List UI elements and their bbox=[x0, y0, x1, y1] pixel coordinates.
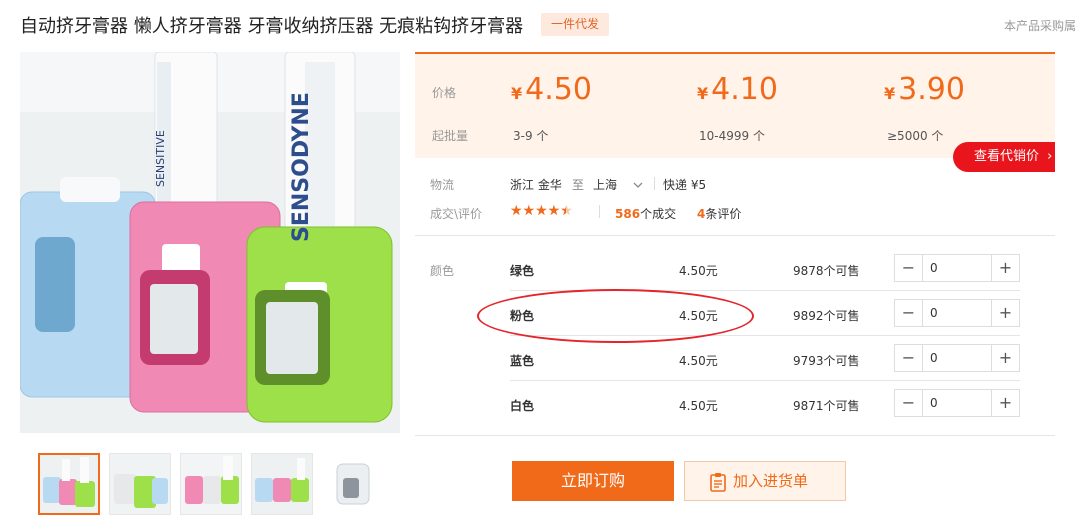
sku-name: 绿色 bbox=[510, 264, 535, 278]
section-divider bbox=[415, 235, 1055, 236]
highlight-ellipse bbox=[477, 289, 754, 343]
star-fill: ★★★★★ bbox=[510, 203, 566, 219]
sku-price: 4.50元 bbox=[679, 264, 718, 278]
thumbnail-2[interactable] bbox=[109, 453, 171, 515]
main-product-image: SENSITIVE SENSODYNE bbox=[20, 52, 400, 433]
logistics-label: 物流 bbox=[430, 178, 455, 192]
price-value: 4.10 bbox=[711, 72, 778, 107]
plus-icon[interactable]: + bbox=[991, 300, 1019, 326]
thumbnail-3[interactable] bbox=[180, 453, 242, 515]
destination-select[interactable]: 上海 bbox=[593, 176, 643, 193]
star-icons: ★★★★★ ★★★★★ bbox=[510, 203, 573, 219]
ship-to-word: 至 bbox=[572, 178, 585, 192]
batch-tier-2: 10-4999 个 bbox=[699, 129, 765, 143]
row-divider bbox=[510, 380, 1020, 381]
plus-icon[interactable]: + bbox=[991, 390, 1019, 416]
purchase-note: 本产品采购属 bbox=[1003, 19, 1076, 33]
currency-symbol: ¥ bbox=[511, 84, 523, 103]
quantity-input[interactable]: 0 bbox=[923, 255, 991, 281]
agent-price-label: 查看代销价 bbox=[974, 149, 1040, 164]
minus-icon[interactable]: − bbox=[895, 345, 923, 371]
quantity-input[interactable]: 0 bbox=[923, 345, 991, 371]
thumbnail-1[interactable] bbox=[38, 453, 100, 515]
view-agent-price-button[interactable]: 查看代销价 › bbox=[953, 142, 1055, 172]
plus-icon[interactable]: + bbox=[991, 255, 1019, 281]
thumbnail-strip bbox=[38, 453, 384, 515]
price-tier-3: ¥3.90 bbox=[884, 72, 965, 107]
sku-name: 白色 bbox=[510, 399, 535, 413]
sku-stock: 9871个可售 bbox=[793, 399, 860, 413]
chevron-down-icon bbox=[633, 182, 643, 188]
color-label: 颜色 bbox=[430, 264, 455, 278]
price-panel: 价格 起批量 ¥4.50 ¥4.10 ¥3.90 3-9 个 10-4999 个… bbox=[415, 52, 1055, 158]
sku-price: 4.50元 bbox=[679, 399, 718, 413]
price-value: 3.90 bbox=[898, 72, 965, 107]
review-unit: 条评价 bbox=[705, 207, 742, 221]
buy-now-button[interactable]: 立即订购 bbox=[512, 461, 674, 501]
thumbnail-4[interactable] bbox=[251, 453, 313, 515]
quantity-input[interactable]: 0 bbox=[923, 300, 991, 326]
batch-label: 起批量 bbox=[432, 129, 469, 143]
minus-icon[interactable]: − bbox=[895, 300, 923, 326]
shipping-fee: 快递 ¥5 bbox=[663, 178, 707, 192]
quantity-stepper: − 0 + bbox=[894, 344, 1020, 372]
reviews-label: 成交\评价 bbox=[430, 207, 483, 221]
svg-text:SENSODYNE: SENSODYNE bbox=[289, 92, 314, 242]
price-tier-1: ¥4.50 bbox=[511, 72, 592, 107]
currency-symbol: ¥ bbox=[697, 84, 709, 103]
deals-unit: 个成交 bbox=[640, 207, 677, 221]
add-to-list-label: 加入进货单 bbox=[733, 472, 809, 490]
sku-name: 蓝色 bbox=[510, 354, 535, 368]
ship-from: 浙江 金华 bbox=[510, 178, 562, 192]
deals-number: 586 bbox=[615, 207, 641, 221]
quantity-stepper: − 0 + bbox=[894, 299, 1020, 327]
batch-tier-3: ≥5000 个 bbox=[887, 129, 944, 143]
currency-symbol: ¥ bbox=[884, 84, 896, 103]
rating-stars: ★★★★★ ★★★★★ bbox=[510, 203, 573, 219]
price-label: 价格 bbox=[432, 86, 457, 100]
sku-stock: 9793个可售 bbox=[793, 354, 860, 368]
dropship-badge: 一件代发 bbox=[541, 13, 609, 36]
plus-icon[interactable]: + bbox=[991, 345, 1019, 371]
deals-count[interactable]: 586个成交 bbox=[615, 205, 676, 222]
divider bbox=[654, 177, 655, 190]
add-to-purchase-list-button[interactable]: 加入进货单 bbox=[684, 461, 846, 501]
product-title: 自动挤牙膏器 懒人挤牙膏器 牙膏收纳挤压器 无痕粘钩挤牙膏器 bbox=[20, 16, 524, 37]
destination-value: 上海 bbox=[593, 178, 618, 192]
quantity-input[interactable]: 0 bbox=[923, 390, 991, 416]
section-divider bbox=[415, 435, 1055, 436]
toothpaste-dispenser-image: SENSITIVE SENSODYNE bbox=[20, 52, 400, 433]
minus-icon[interactable]: − bbox=[895, 255, 923, 281]
price-tier-2: ¥4.10 bbox=[697, 72, 778, 107]
batch-tier-1: 3-9 个 bbox=[513, 129, 549, 143]
divider bbox=[599, 205, 600, 218]
price-value: 4.50 bbox=[525, 72, 592, 107]
thumbnail-5[interactable] bbox=[322, 453, 384, 515]
quantity-stepper: − 0 + bbox=[894, 389, 1020, 417]
sku-price: 4.50元 bbox=[679, 354, 718, 368]
svg-text:SENSITIVE: SENSITIVE bbox=[154, 130, 167, 187]
minus-icon[interactable]: − bbox=[895, 390, 923, 416]
sku-stock: 9878个可售 bbox=[793, 264, 860, 278]
review-count[interactable]: 4条评价 bbox=[697, 205, 741, 222]
clipboard-icon bbox=[710, 473, 726, 492]
quantity-stepper: − 0 + bbox=[894, 254, 1020, 282]
sku-stock: 9892个可售 bbox=[793, 309, 860, 323]
chevron-right-icon: › bbox=[1047, 149, 1053, 164]
